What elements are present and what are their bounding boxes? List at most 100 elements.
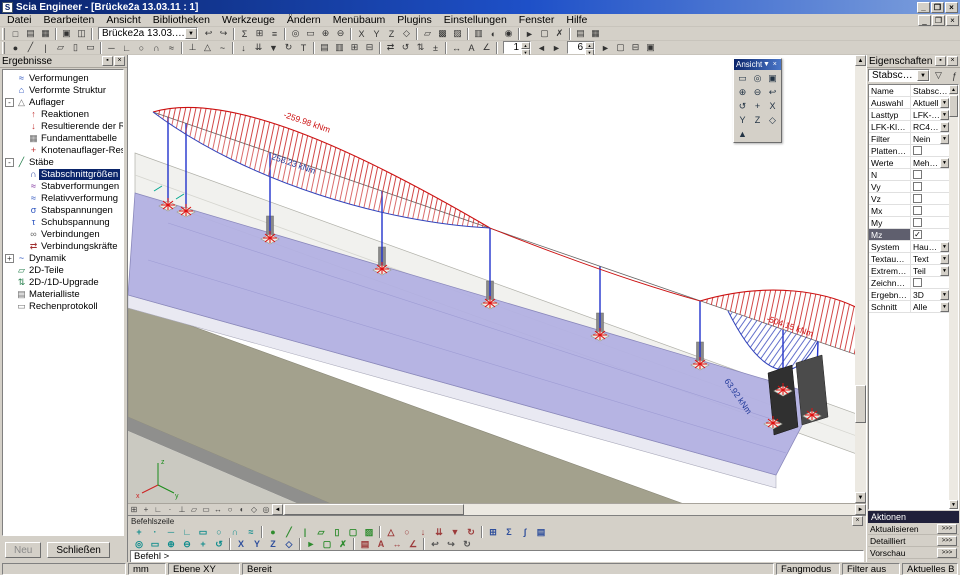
next-step-icon[interactable]: ►: [549, 41, 564, 54]
print-icon[interactable]: ▣: [59, 27, 74, 40]
play-animation-icon[interactable]: ►: [598, 41, 613, 54]
load-case-icon[interactable]: ▤: [317, 41, 332, 54]
spline-icon[interactable]: ≈: [243, 526, 259, 538]
minimize-button[interactable]: _: [917, 2, 930, 13]
drehen-icon[interactable]: ↺: [735, 99, 750, 113]
checkbox-unchecked-icon[interactable]: [913, 146, 922, 155]
property-value[interactable]: RC4 NL2▼: [911, 121, 949, 132]
checkbox-unchecked-icon[interactable]: [913, 182, 922, 191]
checkbox-checked-icon[interactable]: ✓: [913, 230, 922, 239]
view-x-icon[interactable]: X: [354, 27, 369, 40]
wall-icon[interactable]: ▯: [68, 41, 83, 54]
named-selection-icon[interactable]: ▤: [573, 27, 588, 40]
menu-ändern[interactable]: Ändern: [281, 14, 327, 26]
ebene-xy-icon[interactable]: ▱: [188, 504, 200, 515]
dropdown-arrow-icon[interactable]: ▼: [940, 242, 949, 252]
koordinaten-icon[interactable]: ·: [164, 504, 176, 515]
zoom-fenster-icon[interactable]: ▭: [735, 71, 750, 85]
perspektive-icon[interactable]: ▲: [735, 127, 750, 141]
tree-item-2d-teile[interactable]: ▱2D-Teile: [3, 264, 123, 276]
horizontal-scroll-thumb[interactable]: [284, 504, 464, 515]
axonometrie-icon[interactable]: ◇: [765, 113, 780, 127]
column-icon[interactable]: |: [38, 41, 53, 54]
drehen-icon[interactable]: ↺: [211, 538, 227, 550]
mdi-restore-button[interactable]: ❐: [932, 15, 945, 26]
property-value[interactable]: Mehrere Ko▼: [911, 157, 949, 168]
stab-icon[interactable]: ╱: [281, 526, 297, 538]
property-type-combo[interactable]: Stabschnittgrö ▼: [868, 69, 930, 82]
tree-item-2d-1d-upgrade[interactable]: ⇅2D-/1D-Upgrade: [3, 276, 123, 288]
zoom-alles-icon[interactable]: ◎: [131, 538, 147, 550]
opening-icon[interactable]: ▭: [83, 41, 98, 54]
bemassung-icon[interactable]: ↔: [389, 538, 405, 550]
expander-icon[interactable]: -: [5, 158, 14, 167]
command-panel-close-icon[interactable]: ×: [852, 516, 863, 526]
neu-button[interactable]: Neu: [5, 542, 41, 558]
scroll-left-icon[interactable]: ◄: [272, 504, 283, 515]
combo-arrow-icon[interactable]: ▼: [917, 70, 929, 81]
function-icon[interactable]: ƒ: [947, 69, 960, 82]
property-value[interactable]: Text▼: [911, 253, 949, 264]
property-value[interactable]: [911, 277, 949, 288]
toolbar-grip-2[interactable]: [2, 42, 5, 54]
property-row-mz[interactable]: Mz✓: [869, 229, 949, 241]
mesh-generation-icon[interactable]: ⊞: [252, 27, 267, 40]
wiederholen-icon[interactable]: ↪: [443, 538, 459, 550]
tree-item-verformungen[interactable]: ≈Verformungen: [3, 72, 123, 84]
zoom-minus-icon[interactable]: ⊖: [750, 85, 765, 99]
einheiten-icon[interactable]: ▭: [200, 504, 212, 515]
axonometric-view-icon[interactable]: ◇: [399, 27, 414, 40]
property-row-textausgabe[interactable]: TextausgabeText▼: [869, 253, 949, 265]
checkbox-unchecked-icon[interactable]: [913, 218, 922, 227]
zoom-window-icon[interactable]: ▭: [303, 27, 318, 40]
palette-close-icon[interactable]: ×: [771, 60, 779, 69]
kamera-icon[interactable]: ◎: [260, 504, 272, 515]
picture-to-clipboard-icon[interactable]: ◫: [74, 27, 89, 40]
pan-icon[interactable]: +: [195, 538, 211, 550]
dropdown-arrow-icon[interactable]: ▼: [940, 266, 949, 276]
auswahl-icon[interactable]: ►: [303, 538, 319, 550]
hinged-support-icon[interactable]: △: [200, 41, 215, 54]
result-class-icon[interactable]: ⊟: [362, 41, 377, 54]
knoten-icon[interactable]: ●: [265, 526, 281, 538]
raster-icon[interactable]: ⊞: [128, 504, 140, 515]
property-value[interactable]: [911, 193, 949, 204]
axonometrie-icon[interactable]: ◇: [281, 538, 297, 550]
dropdown-arrow-icon[interactable]: ▼: [940, 290, 949, 300]
polylinie-icon[interactable]: ∟: [179, 526, 195, 538]
menu-werkzeuge[interactable]: Werkzeuge: [216, 14, 281, 26]
filter-icon[interactable]: ▽: [931, 69, 946, 82]
property-row-lasttyp[interactable]: LasttypLFK-Klasse▼: [869, 109, 949, 121]
dokument-icon[interactable]: ▤: [533, 526, 549, 538]
property-value[interactable]: Hauptsyste▼: [911, 241, 949, 252]
select-box-icon[interactable]: ▢: [537, 27, 552, 40]
zoom-minus-icon[interactable]: ⊖: [179, 538, 195, 550]
dropdown-arrow-icon[interactable]: ▼: [940, 134, 949, 144]
fixed-support-icon[interactable]: ⊥: [185, 41, 200, 54]
status-snap-mode[interactable]: Fangmodus: [776, 563, 840, 575]
koordinaten-eingabe-icon[interactable]: +: [131, 526, 147, 538]
previous-step-icon[interactable]: ◄: [534, 41, 549, 54]
property-value[interactable]: [911, 145, 949, 156]
panel-close-icon[interactable]: ×: [947, 56, 958, 66]
visibility-icon[interactable]: ◉: [501, 27, 516, 40]
expander-icon[interactable]: +: [5, 254, 14, 263]
property-value[interactable]: Stabschnittg: [911, 85, 949, 96]
menu-plugins[interactable]: Plugins: [391, 14, 437, 26]
new-project-icon[interactable]: □: [8, 27, 23, 40]
property-value[interactable]: [911, 181, 949, 192]
schliessen-button[interactable]: Schließen: [47, 542, 109, 558]
bogen-icon[interactable]: ∩: [227, 526, 243, 538]
select-single-icon[interactable]: ►: [522, 27, 537, 40]
zoom-all-icon[interactable]: ◎: [288, 27, 303, 40]
spring-support-icon[interactable]: ~: [215, 41, 230, 54]
property-row-my[interactable]: My: [869, 217, 949, 229]
rueckgaengig-icon[interactable]: ↩: [427, 538, 443, 550]
tree-item-staebe[interactable]: -╱Stäbe: [3, 156, 123, 168]
tree-item-schubspannung[interactable]: τSchubspannung: [3, 216, 123, 228]
ansicht-x-icon[interactable]: X: [233, 538, 249, 550]
property-row-system[interactable]: SystemHauptsyste▼: [869, 241, 949, 253]
dropdown-arrow-icon[interactable]: ▼: [940, 158, 949, 168]
property-row-auswahl[interactable]: AuswahlAktuell▼: [869, 97, 949, 109]
dimension-line-icon[interactable]: ↔: [449, 41, 464, 54]
